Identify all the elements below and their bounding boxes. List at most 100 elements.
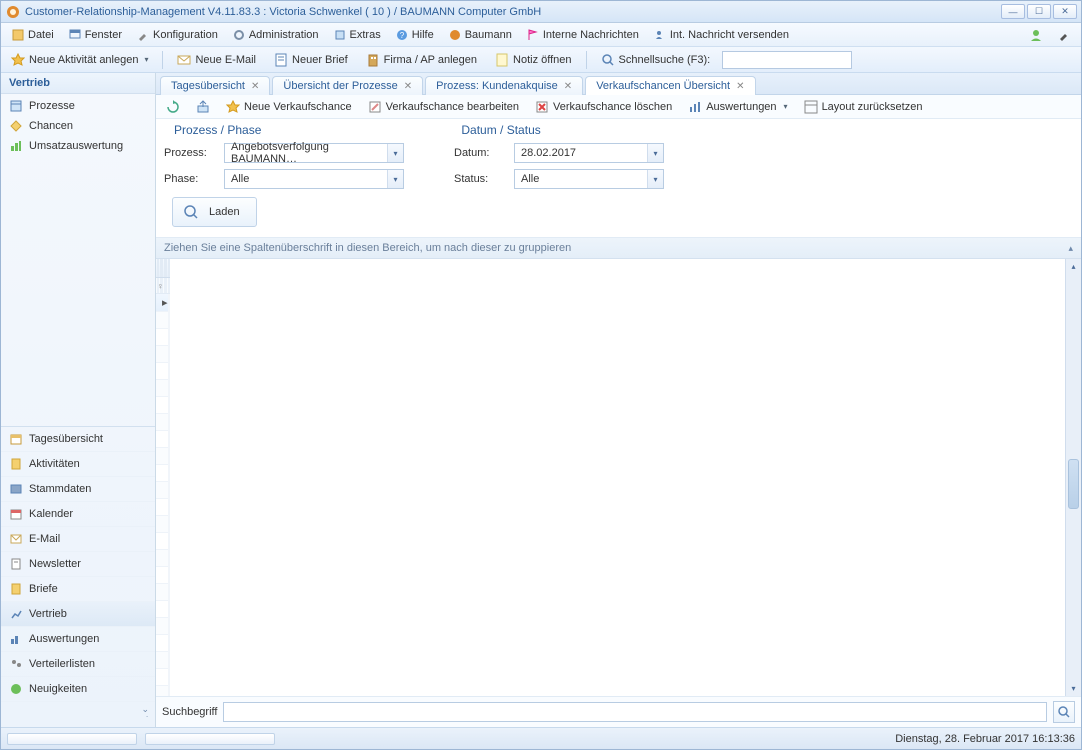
table-row[interactable]: 31.01.2017Angebotsverfolgung ………Geschlos… <box>156 669 170 686</box>
row-marker <box>156 312 169 329</box>
bottom-nav-auswertungen[interactable]: Auswertungen <box>1 627 155 652</box>
nav-icon <box>9 119 23 133</box>
menu-datei[interactable]: Datei <box>5 26 60 44</box>
table-row[interactable]: 22.12.2016Angebotsverfolgung ………Offen…Rü… <box>156 363 170 380</box>
scroll-thumb[interactable] <box>1068 459 1079 509</box>
table-row[interactable]: 04.01.2017Angebotsverfolgung ………Geschlos… <box>156 414 170 431</box>
table-row[interactable]: 25.01.2017Angebotsverfolgung ………Offen…Rü… <box>156 635 170 652</box>
bottom-nav-vertrieb[interactable]: Vertrieb <box>1 602 155 627</box>
table-row[interactable]: 17.12.2016Angebotsverfolgung ………Geschlos… <box>156 346 170 363</box>
bottom-nav-verteilerlisten[interactable]: Verteilerlisten <box>1 652 155 677</box>
bottom-nav-stammdaten[interactable]: Stammdaten <box>1 477 155 502</box>
bottom-nav-neuigkeiten[interactable]: Neuigkeiten <box>1 677 155 702</box>
collapse-panel-icon[interactable]: ▴ <box>1068 243 1073 254</box>
tab-close-icon[interactable]: ✕ <box>564 81 572 92</box>
toolbar: Neue Aktivität anlegen▾ Neue E-Mail Neue… <box>1 47 1081 73</box>
table-row[interactable]: 19.01.2017Angebotsverfolgung ………Geschlos… <box>156 516 170 533</box>
scroll-up-icon[interactable]: ▴ <box>1066 259 1081 274</box>
verkaufschance-bearbeiten-button[interactable]: Verkaufschance bearbeiten <box>364 98 523 116</box>
tab-close-icon[interactable]: ✕ <box>404 81 412 92</box>
table-row[interactable]: 18.01.2017Angebotsverfolgung ………Offen…Rü… <box>156 499 170 516</box>
phase-combo[interactable]: Alle▾ <box>224 169 404 189</box>
sidebar-item-label: Umsatzauswertung <box>29 140 123 152</box>
table-row[interactable]: 20.01.2017Angebotsverfolgung ………Geschlos… <box>156 567 170 584</box>
bottom-nav-aktivitten[interactable]: Aktivitäten <box>1 452 155 477</box>
menu-administration[interactable]: Administration <box>226 26 325 44</box>
neue-aktivitaet-button[interactable]: Neue Aktivität anlegen▾ <box>5 51 154 69</box>
bottom-nav-email[interactable]: E-Mail <box>1 527 155 552</box>
table-row[interactable]: 15.12.2016Angebotsverfolgung ………Geschlos… <box>156 312 170 329</box>
neuer-brief-button[interactable]: Neuer Brief <box>268 51 354 69</box>
sidebar-item-chancen[interactable]: Chancen <box>1 116 155 136</box>
table-row[interactable]: 25.01.2017Angebotsverfolgung ………Offen…Rü… <box>156 618 170 635</box>
table-row[interactable]: ▸14.12.2016Angebotsverfolgung ………Offen…R… <box>156 294 170 312</box>
neue-verkaufschance-button[interactable]: Neue Verkaufschance <box>222 98 356 116</box>
baumann-icon <box>448 28 462 42</box>
tab-0[interactable]: Tagesübersicht✕ <box>160 76 270 95</box>
menu-konfiguration[interactable]: Konfiguration <box>130 26 224 44</box>
sidebar-item-umsatzauswertung[interactable]: Umsatzauswertung <box>1 136 155 156</box>
menu-fenster[interactable]: Fenster <box>62 26 128 44</box>
settings-wrench-icon[interactable] <box>1051 26 1077 44</box>
minimize-button[interactable]: — <box>1001 4 1025 19</box>
refresh-button[interactable] <box>162 98 184 116</box>
menu-baumann[interactable]: Baumann <box>442 26 518 44</box>
nav-collapse-chevrons[interactable]: ⌄˙ <box>1 702 155 727</box>
row-marker <box>156 550 169 567</box>
verkaufschance-loeschen-button[interactable]: Verkaufschance löschen <box>531 98 676 116</box>
table-row[interactable]: 10.01.2017Angebotsverfolgung ………Offen…Rü… <box>156 448 170 465</box>
auswertungen-dropdown[interactable]: Auswertungen▾ <box>684 98 791 116</box>
menu-int-nachricht-versenden[interactable]: Int. Nachricht versenden <box>647 26 795 44</box>
table-row[interactable]: 04.01.2017Angebotsverfolgung ………Geschlos… <box>156 397 170 414</box>
table-row[interactable]: 20.01.2017Angebotsverfolgung ………Offen…Rü… <box>156 550 170 567</box>
close-button[interactable]: ✕ <box>1053 4 1077 19</box>
tab-close-icon[interactable]: ✕ <box>736 81 744 92</box>
bottom-nav-kalender[interactable]: Kalender <box>1 502 155 527</box>
table-row[interactable]: 25.01.2017Angebotsverfolgung ………Offen…Rü… <box>156 601 170 618</box>
schnellsuche-input[interactable] <box>722 51 852 69</box>
firma-ap-anlegen-button[interactable]: Firma / AP anlegen <box>360 51 483 69</box>
group-by-bar[interactable]: Ziehen Sie eine Spaltenüberschrift in di… <box>156 238 1081 259</box>
vertical-scrollbar[interactable]: ▴ ▾ <box>1065 259 1081 696</box>
sidebar-item-prozesse[interactable]: Prozesse <box>1 96 155 116</box>
table-row[interactable]: 15.12.2016Angebotsverfolgung ………Geschlos… <box>156 329 170 346</box>
export-button[interactable] <box>192 98 214 116</box>
bottom-nav-briefe[interactable]: Briefe <box>1 577 155 602</box>
bottom-nav-tagesbersicht[interactable]: Tagesübersicht <box>1 427 155 452</box>
status-combo[interactable]: Alle▾ <box>514 169 664 189</box>
delete-icon <box>535 100 549 114</box>
filter-row[interactable]: ♀ <box>156 278 170 294</box>
bottom-nav-newsletter[interactable]: Newsletter <box>1 552 155 577</box>
table-row[interactable]: 28.01.2017Angebotsverfolgung ………Offen…Rü… <box>156 652 170 669</box>
phase-label: Phase: <box>164 173 214 185</box>
laden-button[interactable]: Laden <box>172 197 257 227</box>
tab-1[interactable]: Übersicht der Prozesse✕ <box>272 76 423 95</box>
table-row[interactable]: 12.01.2017Angebotsverfolgung ………Geschlos… <box>156 465 170 482</box>
table-row[interactable]: 25.01.2017Angebotsverfolgung ………Geschlos… <box>156 584 170 601</box>
datum-combo[interactable]: 28.02.2017▾ <box>514 143 664 163</box>
prozess-combo[interactable]: Angebotsverfolgung BAUMANN…▾ <box>224 143 404 163</box>
col-notiz[interactable]: Notiz <box>168 259 169 278</box>
menu-extras[interactable]: Extras <box>327 26 387 44</box>
table-row[interactable]: 31.01.2017Angebotsverfolgung ………Offen…Rü… <box>156 686 170 696</box>
notiz-oeffnen-button[interactable]: Notiz öffnen <box>489 51 578 69</box>
row-marker <box>156 414 169 431</box>
scroll-down-icon[interactable]: ▾ <box>1066 681 1081 696</box>
suchbegriff-button[interactable] <box>1053 701 1075 723</box>
maximize-button[interactable]: ☐ <box>1027 4 1051 19</box>
filter-head-prozess: Prozess / Phase <box>174 123 261 137</box>
layout-zuruecksetzen-button[interactable]: Layout zurücksetzen <box>800 98 927 116</box>
user-indicator-icon[interactable] <box>1023 26 1049 44</box>
menu-hilfe[interactable]: ?Hilfe <box>389 26 440 44</box>
row-marker <box>156 431 169 448</box>
neue-email-button[interactable]: Neue E-Mail <box>171 51 262 69</box>
table-row[interactable]: 22.12.2016Angebotsverfolgung ………Offen…Rü… <box>156 380 170 397</box>
table-row[interactable]: 19.01.2017Angebotsverfolgung ………Geschlos… <box>156 533 170 550</box>
table-row[interactable]: 17.01.2017Angebotsverfolgung ………Geschlos… <box>156 482 170 499</box>
tab-close-icon[interactable]: ✕ <box>251 81 259 92</box>
suchbegriff-input[interactable] <box>223 702 1047 722</box>
tab-2[interactable]: Prozess: Kundenakquise✕ <box>425 76 583 95</box>
table-row[interactable]: 10.01.2017Angebotsverfolgung ………Offen…Rü… <box>156 431 170 448</box>
menu-interne-nachrichten[interactable]: Interne Nachrichten <box>520 26 645 44</box>
tab-3[interactable]: Verkaufschancen Übersicht✕ <box>585 76 755 95</box>
